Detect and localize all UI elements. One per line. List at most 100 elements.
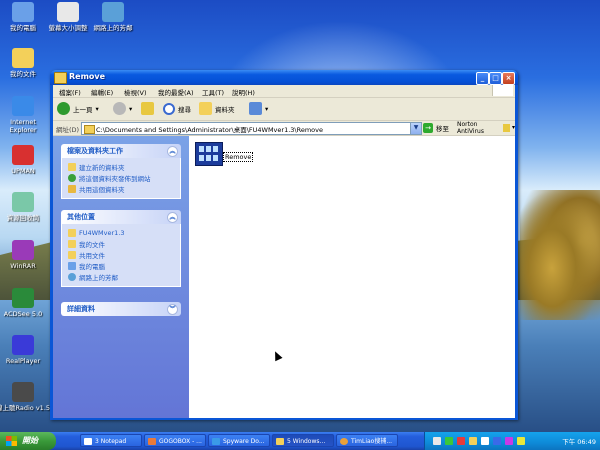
desktop-icon-label: UPMAN — [11, 167, 35, 175]
internet-explorer-icon — [12, 96, 34, 116]
tray-volume-icon[interactable] — [481, 437, 489, 445]
folders-icon — [199, 102, 212, 115]
task-label: 將這個資料夾發佈到網站 — [79, 174, 151, 183]
desktop-icon-my-documents[interactable]: 我的文件 — [0, 48, 50, 78]
minimize-button[interactable]: _ — [476, 72, 489, 85]
maximize-button[interactable]: □ — [489, 72, 502, 85]
menu-edit[interactable]: 編輯(E) — [91, 87, 113, 97]
task-label: TimLiao搜捕... — [351, 438, 393, 445]
other-places-panel: 其他位置 ︽ FU4WMver1.3 我的文件 共用文件 我的電腦 網路上的芳鄰 — [61, 210, 181, 287]
go-button[interactable]: → 移至 — [423, 122, 449, 133]
desktop-icon-label: 螢幕大小調整 — [48, 24, 88, 32]
collapse-icon[interactable]: ︽ — [167, 212, 178, 223]
tray-antivirus-icon[interactable] — [457, 437, 465, 445]
desktop-icon-radio[interactable]: 線上聽Radio v1.5 — [0, 382, 50, 412]
search-icon — [163, 102, 175, 115]
tray-arrow-icon[interactable] — [433, 437, 441, 445]
views-button[interactable]: ▾ — [249, 101, 268, 116]
back-label: 上一頁 — [73, 105, 93, 114]
upman-icon — [12, 145, 34, 165]
file-name: Remove — [223, 152, 254, 162]
address-dropdown-button[interactable]: ▼ — [410, 122, 422, 135]
desktop-icon-winrar[interactable]: WinRAR — [0, 240, 50, 270]
desktop-icon-label: ACDSee 5.0 — [3, 310, 43, 318]
collapse-icon[interactable]: ︽ — [167, 146, 178, 157]
title-bar[interactable]: Remove _ □ × — [50, 70, 518, 85]
desktop-icon-label: 資源回收筒 — [6, 214, 40, 222]
menu-favorites[interactable]: 我的最愛(A) — [158, 87, 194, 97]
back-button[interactable]: 上一頁 ▾ — [57, 101, 99, 116]
task-share-folder[interactable]: 共用這個資料夾 — [68, 183, 174, 194]
folders-label: 資料夾 — [215, 105, 235, 114]
task-publish-web[interactable]: 將這個資料夾發佈到網站 — [68, 172, 174, 183]
place-my-documents[interactable]: 我的文件 — [68, 238, 174, 249]
tray-network-icon[interactable] — [445, 437, 453, 445]
folders-button[interactable]: 資料夾 — [199, 101, 235, 116]
folder-icon — [12, 48, 34, 68]
start-button[interactable]: 開始 — [0, 432, 56, 450]
menu-file[interactable]: 檔案(F) — [59, 87, 81, 97]
up-folder-button[interactable] — [141, 101, 157, 116]
desktop-icon-recycle-bin[interactable]: 資源回收筒 — [0, 192, 50, 222]
tray-app-icon[interactable] — [505, 437, 513, 445]
forward-button[interactable]: ▾ — [113, 101, 132, 116]
new-folder-icon — [68, 162, 76, 171]
radio-icon — [12, 382, 34, 402]
task-timliao[interactable]: TimLiao搜捕... — [336, 434, 398, 447]
gogobox-icon — [148, 438, 156, 445]
panel-title: 檔案及資料夾工作 — [67, 147, 123, 155]
go-arrow-icon: → — [423, 122, 433, 133]
chevron-down-icon: ▾ — [265, 104, 269, 113]
acdsee-icon — [12, 288, 34, 308]
place-fu4wmver[interactable]: FU4WMver1.3 — [68, 227, 174, 238]
desktop-icon-upman[interactable]: UPMAN — [0, 145, 50, 175]
panel-header[interactable]: 其他位置 ︽ — [61, 210, 181, 224]
folder-icon — [54, 72, 67, 84]
task-new-folder[interactable]: 建立新的資料夾 — [68, 161, 174, 172]
trees — [520, 190, 600, 320]
menu-help[interactable]: 說明(H) — [232, 87, 255, 97]
publish-web-icon — [68, 173, 76, 182]
search-button[interactable]: 搜尋 — [163, 101, 191, 116]
task-windows[interactable]: 5 Windows... — [272, 434, 334, 447]
desktop-icon-network-places[interactable]: 網路上的芳鄰 — [86, 2, 140, 32]
address-label: 網址(D) — [56, 126, 80, 134]
task-gogobox[interactable]: GOGOBOX - ... — [144, 434, 206, 447]
place-shared-documents[interactable]: 共用文件 — [68, 249, 174, 260]
tray-norton-icon[interactable] — [469, 437, 477, 445]
tray-app-icon[interactable] — [517, 437, 525, 445]
place-my-computer[interactable]: 我的電腦 — [68, 260, 174, 271]
clock[interactable]: 下午 06:49 — [562, 436, 596, 446]
desktop-icon-label: 線上聽Radio v1.5 — [0, 404, 51, 412]
desktop-icon-acdsee[interactable]: ACDSee 5.0 — [0, 288, 50, 318]
place-label: 網路上的芳鄰 — [79, 273, 118, 282]
tray-messenger-icon[interactable] — [493, 437, 501, 445]
place-network[interactable]: 網路上的芳鄰 — [68, 271, 174, 282]
close-button[interactable]: × — [502, 72, 515, 85]
task-spyware[interactable]: Spyware Do... — [208, 434, 270, 447]
winrar-icon — [12, 240, 34, 260]
search-label: 搜尋 — [178, 105, 191, 114]
menu-view[interactable]: 檢視(V) — [124, 87, 147, 97]
network-icon — [68, 272, 76, 281]
desktop-icon-label: RealPlayer — [5, 357, 41, 365]
computer-icon — [12, 2, 34, 22]
menu-tools[interactable]: 工具(T) — [202, 87, 224, 97]
panel-header[interactable]: 詳細資料 ︾ — [61, 302, 181, 316]
panel-header[interactable]: 檔案及資料夾工作 ︽ — [61, 144, 181, 158]
norton-toolbar[interactable]: Norton AntiVirus ▾ — [457, 121, 515, 135]
desktop-icon-internet-explorer[interactable]: Internet Explorer — [0, 96, 50, 134]
place-label: 我的電腦 — [79, 262, 105, 271]
address-input[interactable]: C:\Documents and Settings\Administrator\… — [81, 122, 411, 135]
panel-body: FU4WMver1.3 我的文件 共用文件 我的電腦 網路上的芳鄰 — [61, 224, 181, 287]
document-icon — [57, 2, 79, 22]
panel-title: 其他位置 — [67, 213, 95, 221]
folder-icon — [68, 228, 76, 237]
task-label: GOGOBOX - ... — [159, 438, 202, 445]
task-notepad[interactable]: 3 Notepad — [80, 434, 142, 447]
up-folder-icon — [141, 102, 154, 115]
expand-icon[interactable]: ︾ — [167, 304, 178, 315]
menu-bar: 檔案(F) 編輯(E) 檢視(V) 我的最愛(A) 工具(T) 說明(H) — [53, 85, 515, 98]
start-label: 開始 — [22, 436, 38, 445]
desktop-icon-realplayer[interactable]: RealPlayer — [0, 335, 50, 365]
